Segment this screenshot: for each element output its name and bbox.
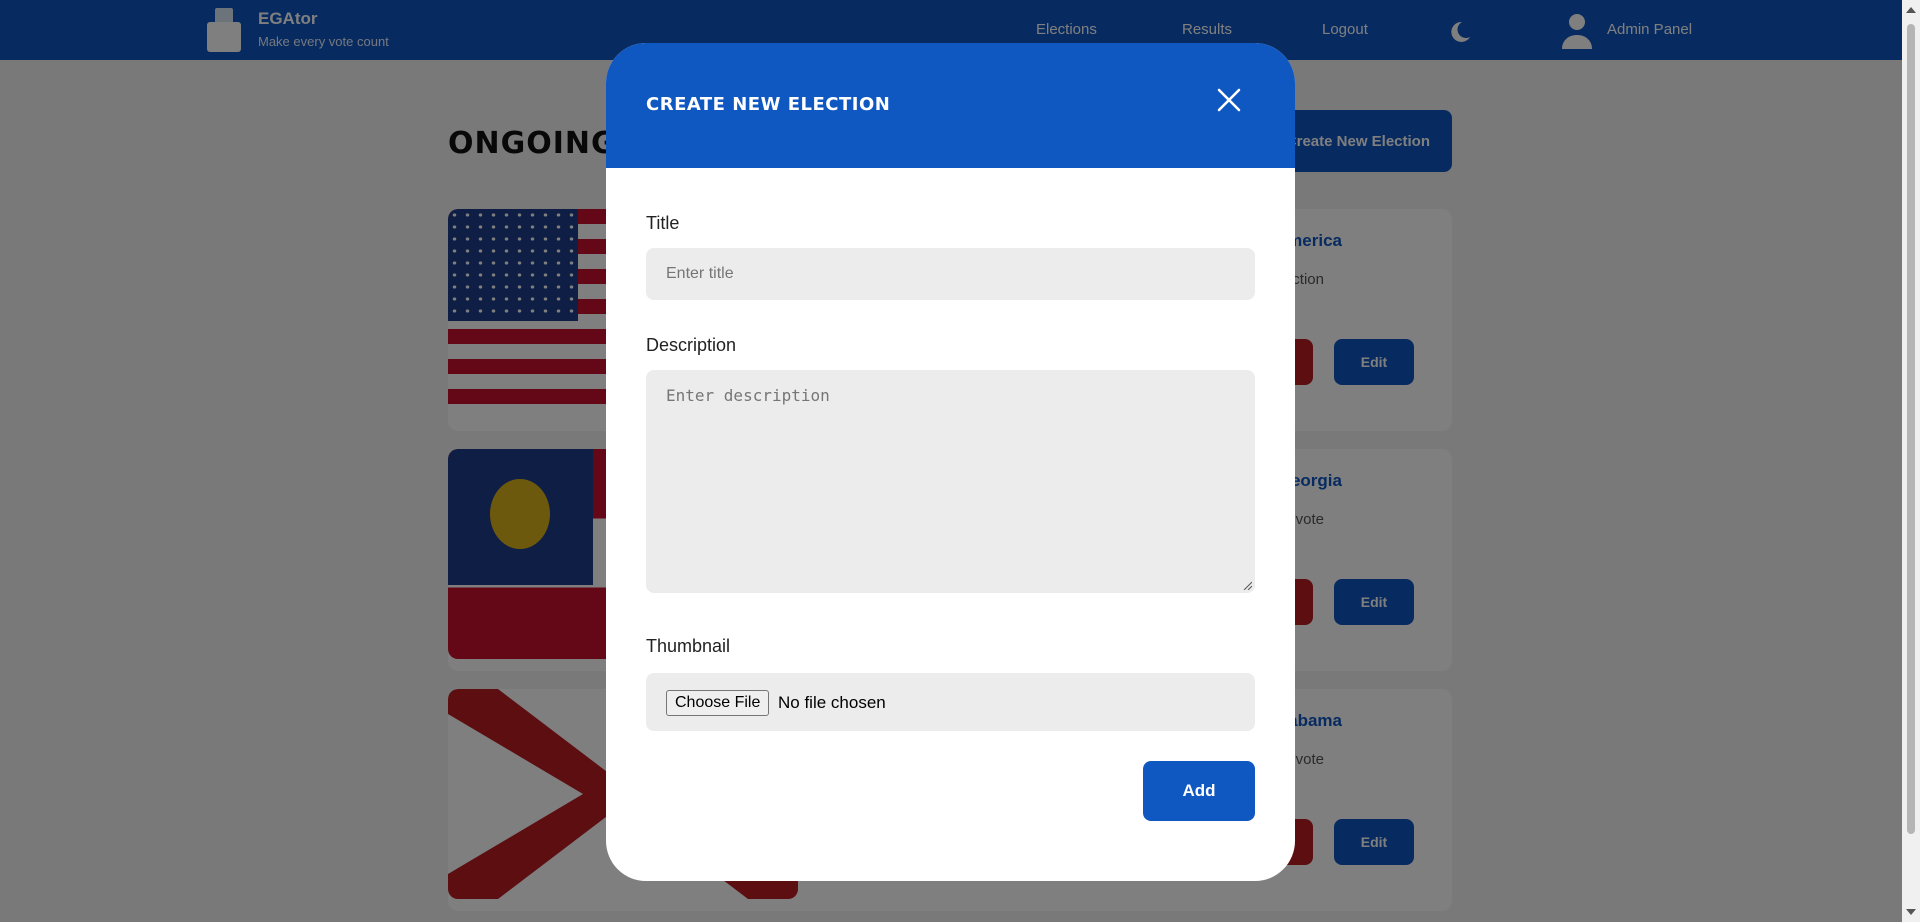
add-button[interactable]: Add [1143, 761, 1255, 821]
description-label: Description [646, 335, 737, 355]
modal-title: CREATE NEW ELECTION [646, 94, 891, 115]
thumbnail-file-input[interactable]: Choose File No file chosen [646, 673, 1255, 731]
resize-handle-icon[interactable] [1242, 580, 1252, 590]
scroll-up-icon[interactable] [1906, 7, 1916, 13]
scroll-down-icon[interactable] [1906, 909, 1916, 915]
close-icon[interactable] [1214, 85, 1244, 115]
title-input[interactable] [646, 248, 1255, 300]
thumbnail-label: Thumbnail [646, 636, 731, 656]
file-status-text: No file chosen [778, 693, 886, 712]
modal-header: CREATE NEW ELECTION [606, 43, 1295, 168]
description-textarea[interactable] [646, 370, 1255, 593]
create-election-modal: CREATE NEW ELECTION Title Description Th… [606, 43, 1295, 881]
choose-file-button[interactable]: Choose File [666, 690, 770, 716]
scrollbar-thumb[interactable] [1907, 24, 1915, 834]
title-label: Title [646, 213, 680, 233]
page-scrollbar[interactable] [1902, 0, 1920, 922]
